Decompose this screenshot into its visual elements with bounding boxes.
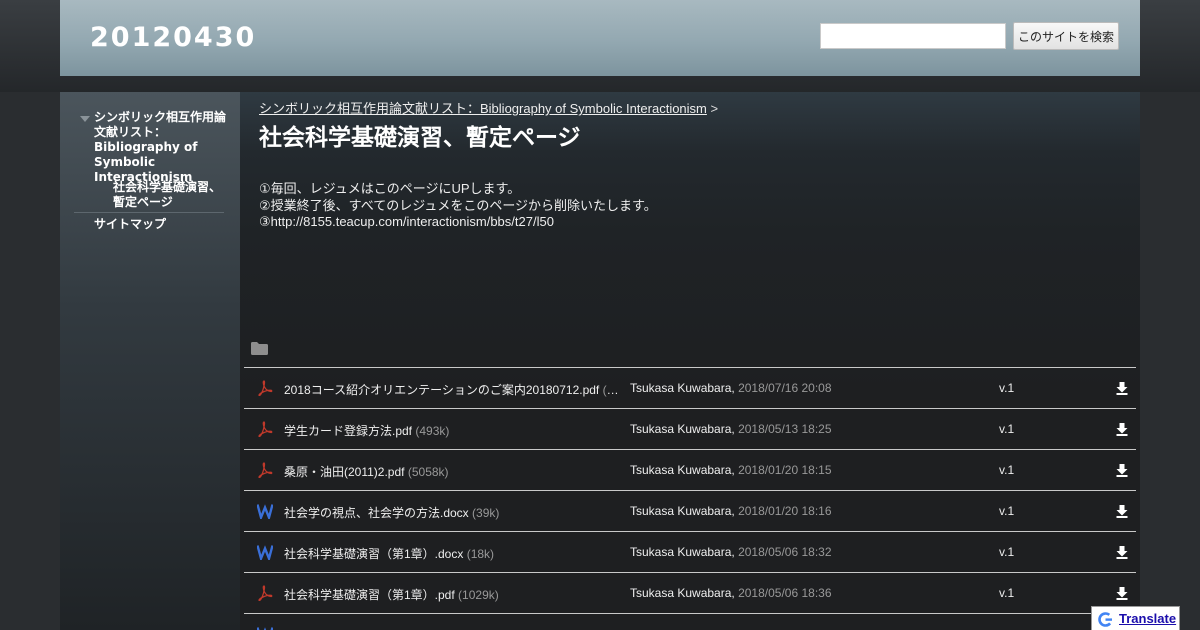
breadcrumb-separator: > <box>710 101 719 116</box>
file-row <box>244 613 1136 630</box>
file-size: (18k) <box>466 547 495 561</box>
download-arrow-icon[interactable] <box>1116 464 1128 477</box>
sidebar-item-bibliography[interactable]: シンボリック相互作用論文献リスト：Bibliography of Symboli… <box>94 110 230 185</box>
translate-widget[interactable]: Translate <box>1091 606 1180 630</box>
site-header: 20120430 このサイトを検索 <box>60 0 1140 76</box>
file-name-text[interactable]: 学生カード登録方法.pdf <box>284 424 412 438</box>
file-author: Tsukasa Kuwabara, 2018/05/13 18:25 <box>630 422 832 436</box>
site-title[interactable]: 20120430 <box>90 22 256 53</box>
file-row: 社会科学基礎演習（第1章）.pdf (1029k) Tsukasa Kuwabar… <box>244 572 1136 613</box>
pdf-file-icon <box>258 421 273 437</box>
file-size: (…) <box>602 383 620 397</box>
download-arrow-icon[interactable] <box>1116 423 1128 436</box>
file-author: Tsukasa Kuwabara, 2018/05/06 18:36 <box>630 586 832 600</box>
sidebar-divider <box>74 212 224 213</box>
file-date: 2018/01/20 18:16 <box>738 504 832 518</box>
folder-icon <box>251 342 268 355</box>
author-name: Tsukasa Kuwabara, <box>630 422 735 436</box>
file-author: Tsukasa Kuwabara, 2018/05/06 18:32 <box>630 545 832 559</box>
file-size: (1029k) <box>458 588 499 602</box>
file-name[interactable]: 学生カード登録方法.pdf (493k) <box>284 422 620 439</box>
file-name-text[interactable]: 2018コース紹介オリエンテーションのご案内20180712.pdf <box>284 383 599 397</box>
file-row: 学生カード登録方法.pdf (493k) Tsukasa Kuwabara, 20… <box>244 408 1136 449</box>
file-version[interactable]: v.1 <box>999 545 1014 559</box>
file-row: 社会学の視点、社会学の方法.docx (39k) Tsukasa Kuwabara… <box>244 490 1136 531</box>
sidebar-item-sitemap[interactable]: サイトマップ <box>94 215 230 232</box>
word-file-icon <box>257 504 273 519</box>
body-line: ②授業終了後、すべてのレジュメをこのページから削除いたします。 <box>259 197 657 213</box>
body-line: ③http://8155.teacup.com/interactionism/b… <box>259 214 554 229</box>
pdf-file-icon <box>258 380 273 396</box>
word-file-icon <box>257 545 273 560</box>
file-name-text[interactable]: 社会学の視点、社会学の方法.docx <box>284 506 469 520</box>
download-arrow-icon[interactable] <box>1116 382 1128 395</box>
sidebar: シンボリック相互作用論文献リスト：Bibliography of Symboli… <box>60 92 240 630</box>
translate-link[interactable]: Translate <box>1119 611 1176 626</box>
file-row: 桑原・油田(2011)2.pdf (5058k) Tsukasa Kuwabara… <box>244 449 1136 490</box>
author-name: Tsukasa Kuwabara, <box>630 463 735 477</box>
main-content: シンボリック相互作用論文献リスト：Bibliography of Symboli… <box>240 92 1140 630</box>
file-date: 2018/05/06 18:36 <box>738 586 832 600</box>
file-row: 社会科学基礎演習（第1章）.docx (18k) Tsukasa Kuwabara… <box>244 531 1136 572</box>
file-name[interactable]: 桑原・油田(2011)2.pdf (5058k) <box>284 463 620 480</box>
download-arrow-icon[interactable] <box>1116 546 1128 559</box>
author-name: Tsukasa Kuwabara, <box>630 545 735 559</box>
file-size: (493k) <box>415 424 450 438</box>
file-size: (5058k) <box>407 465 449 479</box>
file-date: 2018/05/06 18:32 <box>738 545 832 559</box>
file-version[interactable]: v.1 <box>999 422 1014 436</box>
author-name: Tsukasa Kuwabara, <box>630 504 735 518</box>
file-name-text[interactable]: 桑原・油田(2011)2.pdf <box>284 465 405 479</box>
file-list: 2018コース紹介オリエンテーションのご案内20180712.pdf (…) Ts… <box>244 367 1136 630</box>
sidebar-item-seminar[interactable]: 社会科学基礎演習、暫定ページ <box>113 180 228 210</box>
download-arrow-icon[interactable] <box>1116 587 1128 600</box>
word-file-icon <box>257 627 273 630</box>
file-name[interactable]: 社会科学基礎演習（第1章）.docx (18k) <box>284 545 620 562</box>
file-name-text[interactable]: 社会科学基礎演習（第1章）.docx <box>284 547 463 561</box>
file-name[interactable]: 2018コース紹介オリエンテーションのご案内20180712.pdf (…) <box>284 381 620 398</box>
file-row: 2018コース紹介オリエンテーションのご案内20180712.pdf (…) Ts… <box>244 367 1136 408</box>
file-version[interactable]: v.1 <box>999 586 1014 600</box>
google-g-icon <box>1098 612 1113 627</box>
file-author: Tsukasa Kuwabara, 2018/07/16 20:08 <box>630 381 832 395</box>
search-button[interactable]: このサイトを検索 <box>1013 22 1119 50</box>
search-input[interactable] <box>820 23 1006 49</box>
file-size: (39k) <box>472 506 500 520</box>
file-name[interactable]: 社会学の視点、社会学の方法.docx (39k) <box>284 504 620 521</box>
file-author: Tsukasa Kuwabara, 2018/01/20 18:15 <box>630 463 832 477</box>
author-name: Tsukasa Kuwabara, <box>630 586 735 600</box>
file-date: 2018/07/16 20:08 <box>738 381 832 395</box>
breadcrumb-parent-link[interactable]: シンボリック相互作用論文献リスト：Bibliography of Symboli… <box>259 101 707 116</box>
pdf-file-icon <box>258 585 273 601</box>
file-version[interactable]: v.1 <box>999 463 1014 477</box>
collapse-triangle-icon[interactable] <box>80 116 90 122</box>
file-date: 2018/05/13 18:25 <box>738 422 832 436</box>
file-name-text[interactable]: 社会科学基礎演習（第1章）.pdf <box>284 588 455 602</box>
file-version[interactable]: v.1 <box>999 504 1014 518</box>
file-name[interactable]: 社会科学基礎演習（第1章）.pdf (1029k) <box>284 586 620 603</box>
body-line: ①毎回、レジュメはこのページにUPします。 <box>259 181 521 196</box>
page-title: 社会科学基礎演習、暫定ページ <box>259 125 581 151</box>
pdf-file-icon <box>258 462 273 478</box>
author-name: Tsukasa Kuwabara, <box>630 381 735 395</box>
file-date: 2018/01/20 18:15 <box>738 463 832 477</box>
file-author: Tsukasa Kuwabara, 2018/01/20 18:16 <box>630 504 832 518</box>
page-body: ①毎回、レジュメはこのページにUPします。 ②授業終了後、すべてのレジュメをこの… <box>259 181 657 231</box>
breadcrumb: シンボリック相互作用論文献リスト：Bibliography of Symboli… <box>259 98 718 117</box>
file-version[interactable]: v.1 <box>999 381 1014 395</box>
download-arrow-icon[interactable] <box>1116 505 1128 518</box>
